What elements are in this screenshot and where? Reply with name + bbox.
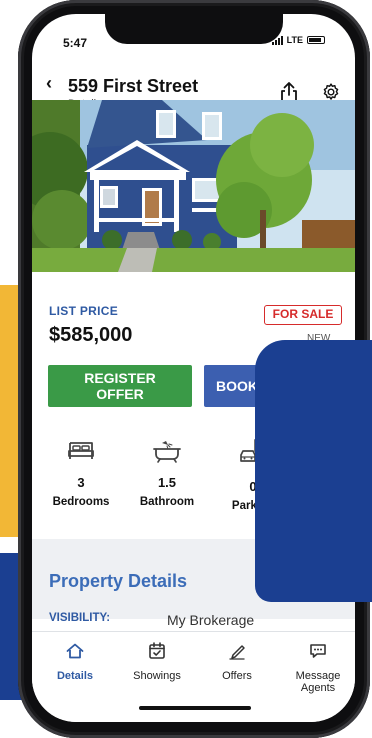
status-indicators: LTE xyxy=(271,35,325,45)
tab-offers[interactable]: Offers xyxy=(205,642,269,682)
calendar-check-icon xyxy=(149,642,165,659)
tab-details[interactable]: Details xyxy=(43,642,107,682)
status-badge: FOR SALE xyxy=(264,305,342,325)
bed-icon xyxy=(68,442,94,459)
phone-notch xyxy=(105,14,283,44)
back-button[interactable]: ‹ xyxy=(46,74,52,92)
list-price-value: $585,000 xyxy=(49,324,133,346)
bathtub-icon xyxy=(153,441,181,463)
pen-icon xyxy=(229,645,245,660)
property-photo xyxy=(32,100,355,272)
bathroom-label: Bathroom xyxy=(139,496,195,508)
tab-offers-label: Offers xyxy=(222,670,252,682)
bathroom-count: 1.5 xyxy=(157,475,177,490)
network-label: LTE xyxy=(286,35,303,45)
bedrooms-label: Bedrooms xyxy=(52,496,110,508)
tab-showings-label: Showings xyxy=(133,670,181,682)
gear-icon[interactable] xyxy=(321,82,341,102)
tab-message-agents-label: Message Agents xyxy=(295,670,341,694)
tab-message-agents[interactable]: Message Agents xyxy=(286,642,350,694)
visibility-label: VISIBILITY: xyxy=(49,612,111,624)
feature-bathroom: 1.5 Bathroom xyxy=(135,439,199,508)
section-title: Property Details xyxy=(49,571,188,591)
page-title: 559 First Street xyxy=(68,76,199,96)
tab-details-label: Details xyxy=(56,670,94,682)
feature-bedrooms: 3 Bedrooms xyxy=(49,439,113,508)
home-icon xyxy=(66,643,84,659)
chat-icon xyxy=(310,644,326,658)
visibility-value: My Brokerage xyxy=(167,612,255,628)
tab-showings[interactable]: Showings xyxy=(125,642,189,682)
home-indicator[interactable] xyxy=(139,706,251,710)
bedrooms-count: 3 xyxy=(77,475,85,490)
decorative-navy-card xyxy=(255,340,372,602)
battery-icon xyxy=(307,36,325,44)
list-price-label: LIST PRICE xyxy=(49,304,119,318)
register-offer-button[interactable]: REGISTER OFFER xyxy=(48,365,192,407)
